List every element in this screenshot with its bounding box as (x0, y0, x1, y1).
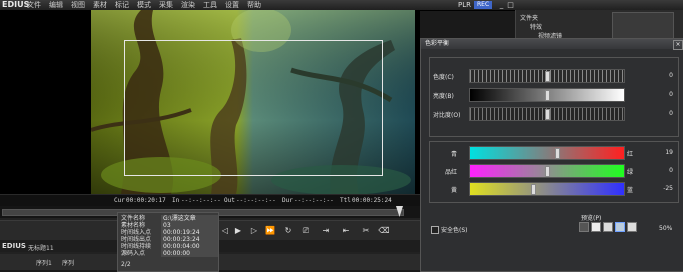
info-value: 00:00:00 (161, 250, 218, 257)
color-balance-dialog: 色彩平衡 × 色度(C) 0 亮度(B) 0 对比度(O) 0 青 红 19 品… (420, 38, 683, 272)
menu-capture[interactable]: 采集 (159, 0, 173, 10)
timeline-app-label: EDIUS (2, 242, 26, 250)
close-icon[interactable]: × (673, 40, 683, 50)
menu-file[interactable]: 文件 (27, 0, 41, 10)
play-button[interactable]: ▶ (232, 226, 244, 236)
menu-tools[interactable]: 工具 (203, 0, 217, 10)
maximize-icon[interactable]: □ (506, 1, 515, 9)
preview-label: 预览(P) (581, 215, 602, 222)
plr-mode-label[interactable]: PLR (458, 0, 471, 10)
preview-mode-split-v-icon[interactable] (615, 222, 625, 232)
preview-mode-buttons (579, 222, 637, 232)
info-value: 03 (161, 222, 218, 229)
menu-render[interactable]: 渲染 (181, 0, 195, 10)
info-row: 源码入点 00:00:00 (118, 250, 218, 257)
info-page-indicator: 2/2 (121, 261, 131, 268)
overwrite-button[interactable]: ⇤ (340, 226, 352, 236)
menu-mode[interactable]: 模式 (137, 0, 151, 10)
info-value: 00:00:19:24 (161, 229, 218, 236)
bin-thumbnail-area (612, 12, 674, 40)
cyan-red-value[interactable]: 19 (653, 149, 673, 156)
preview-mode-pencil-icon[interactable] (579, 222, 589, 232)
step-forward-button[interactable]: ▷ (248, 226, 260, 236)
contrast-slider-knob[interactable] (545, 109, 550, 120)
preview-mode-split-h-icon[interactable] (603, 222, 613, 232)
brightness-value[interactable]: 0 (653, 91, 673, 98)
info-key: 源码入点 (121, 250, 146, 257)
info-row: 文件名称 G:\漂这文章 (118, 215, 218, 222)
red-label: 红 (627, 151, 634, 158)
safe-color-label: 安全色(S) (441, 227, 468, 234)
brightness-slider-knob[interactable] (545, 90, 550, 101)
seq-tab-1[interactable]: 序列1 (36, 258, 52, 267)
yellow-blue-value[interactable]: -25 (653, 185, 673, 192)
contrast-label: 对比度(O) (433, 112, 461, 119)
insert-button[interactable]: ⇥ (320, 226, 332, 236)
rec-mode-button[interactable]: REC (474, 1, 493, 9)
magenta-label: 品红 (445, 169, 458, 176)
yellow-label: 黄 (451, 187, 458, 194)
preview-percent[interactable]: 50% (659, 225, 672, 232)
info-key: 时间线入点 (121, 229, 152, 236)
dialog-titlebar: 色彩平衡 × (421, 39, 683, 50)
preview-mode-full-icon[interactable] (591, 222, 601, 232)
safe-color-checkbox[interactable] (431, 226, 439, 234)
magenta-green-slider-knob[interactable] (545, 166, 550, 177)
bin-header: 文件夹 (520, 15, 539, 22)
chroma-value[interactable]: 0 (653, 72, 673, 79)
info-row: 时间线入点 00:00:19:24 (118, 229, 218, 236)
contrast-value[interactable]: 0 (653, 110, 673, 117)
prev-frame-button[interactable]: ◁ (220, 226, 230, 236)
menu-settings[interactable]: 设置 (225, 0, 239, 10)
preview-mode-compare-icon[interactable] (627, 222, 637, 232)
info-key: 时间线持续 (121, 243, 152, 250)
menu-edit[interactable]: 编辑 (49, 0, 63, 10)
bin-panel: 文件夹 特效 视频滤镜 (515, 10, 683, 40)
info-value: 00:00:23:24 (161, 236, 218, 243)
chroma-label: 色度(C) (433, 74, 454, 81)
info-key: 文件名称 (121, 215, 146, 222)
clip-info-panel: 文件名称 G:\漂这文章 素材名称 03 时间线入点 00:00:19:24 时间线出… (117, 212, 219, 272)
cyan-label: 青 (451, 151, 458, 158)
menu-view[interactable]: 视图 (71, 0, 85, 10)
cyan-red-slider[interactable] (469, 146, 625, 160)
output-button[interactable]: ⎚ (300, 226, 312, 236)
yellow-blue-slider[interactable] (469, 182, 625, 196)
chroma-slider-knob[interactable] (545, 71, 550, 82)
safe-area-frame (124, 40, 383, 176)
delete-button[interactable]: ⌫ (378, 226, 390, 236)
info-key: 时间线出点 (121, 236, 152, 243)
menu-bar: 文件 编辑 视图 素材 标记 模式 采集 渲染 工具 设置 帮助 (27, 0, 261, 10)
info-value: 00:00:04:00 (161, 243, 218, 250)
info-row: 时间线持续 00:00:04:00 (118, 243, 218, 250)
bin-item-effects[interactable]: 特效 (530, 22, 542, 31)
green-label: 绿 (627, 169, 634, 176)
fast-forward-button[interactable]: ⏩ (264, 226, 276, 236)
menu-help[interactable]: 帮助 (247, 0, 261, 10)
yellow-blue-slider-knob[interactable] (531, 184, 536, 195)
seq-tab-2[interactable]: 序列 (62, 258, 74, 267)
menu-marker[interactable]: 标记 (115, 0, 129, 10)
dialog-title: 色彩平衡 (425, 40, 450, 47)
brightness-label: 亮度(B) (433, 93, 454, 100)
info-value: G:\漂这文章 (161, 215, 218, 222)
sequence-name: 无标题11 (28, 245, 54, 252)
menu-clip[interactable]: 素材 (93, 0, 107, 10)
loop-button[interactable]: ↻ (282, 226, 294, 236)
magenta-green-value[interactable]: 0 (653, 167, 673, 174)
info-row: 素材名称 03 (118, 222, 218, 229)
cyan-red-slider-knob[interactable] (555, 148, 560, 159)
blue-label: 蓝 (627, 187, 634, 194)
app-logo: EDIUS (2, 0, 30, 9)
info-row: 时间线出点 00:00:23:24 (118, 236, 218, 243)
cut-button[interactable]: ✂ (360, 226, 372, 236)
minimize-icon[interactable]: _ (497, 1, 506, 9)
info-key: 素材名称 (121, 222, 146, 229)
